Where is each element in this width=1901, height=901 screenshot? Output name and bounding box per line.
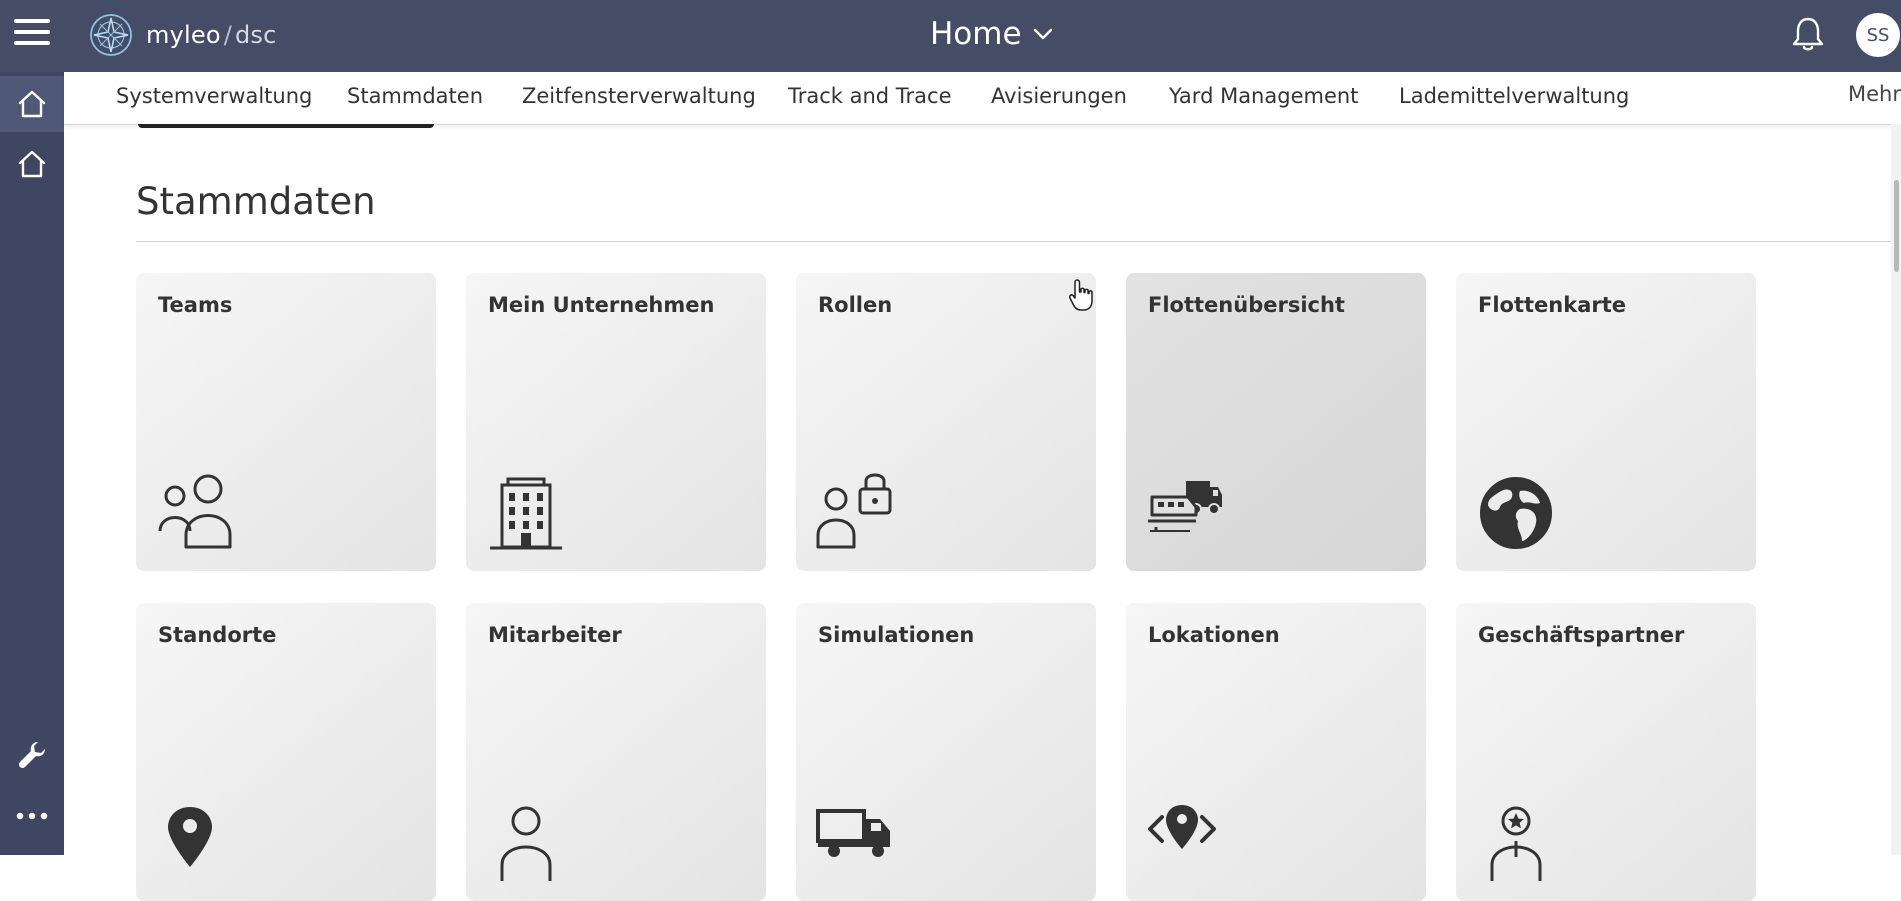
person-icon	[486, 801, 566, 881]
page-title: Home	[930, 16, 1022, 52]
section-divider	[136, 241, 1901, 242]
tile-flottenuebersicht[interactable]: Flottenübersicht	[1126, 273, 1426, 571]
app-logo[interactable]: myleo / dsc	[86, 10, 277, 60]
tile-mein-unternehmen[interactable]: Mein Unternehmen	[466, 273, 766, 571]
module-nav: Systemverwaltung Stammdaten Zeitfensterv…	[64, 72, 1901, 125]
building-icon	[486, 471, 566, 551]
scrollbar-thumb[interactable]	[1894, 180, 1899, 272]
tab-stammdaten[interactable]: Stammdaten	[347, 84, 483, 108]
teams-icon	[156, 471, 236, 551]
hamburger-icon	[14, 12, 50, 52]
hand-pointer-icon	[1069, 279, 1093, 311]
rail-tools[interactable]	[0, 727, 64, 783]
notifications-button[interactable]	[1788, 14, 1828, 54]
chevron-down-icon	[1033, 28, 1052, 40]
tile-label: Teams	[158, 293, 233, 317]
tile-teams[interactable]: Teams	[136, 273, 436, 571]
map-pin-icon	[156, 801, 236, 881]
tile-simulationen[interactable]: Simulationen	[796, 603, 1096, 901]
tile-standorte[interactable]: Standorte	[136, 603, 436, 901]
tab-systemverwaltung[interactable]: Systemverwaltung	[116, 84, 312, 108]
tile-label: Mein Unternehmen	[488, 293, 715, 317]
brand-separator: /	[223, 21, 232, 49]
truck-icon	[816, 801, 896, 881]
hamburger-menu-button[interactable]	[0, 0, 64, 64]
more-label: Mehr	[1848, 82, 1901, 106]
page-title-dropdown[interactable]: Home	[930, 12, 1054, 56]
tile-label: Flottenkarte	[1478, 293, 1627, 317]
partner-star-icon	[1476, 801, 1556, 881]
tile-rollen[interactable]: Rollen	[796, 273, 1096, 571]
tile-label: Mitarbeiter	[488, 623, 622, 647]
tile-mitarbeiter[interactable]: Mitarbeiter	[466, 603, 766, 901]
tab-yard-management[interactable]: Yard Management	[1169, 84, 1358, 108]
rail-more[interactable]	[0, 788, 64, 844]
logo-star-icon	[90, 14, 132, 56]
previous-section-edge	[138, 124, 434, 128]
brand-main: myleo	[146, 21, 221, 49]
tile-lokationen[interactable]: Lokationen	[1126, 603, 1426, 901]
user-lock-icon	[816, 471, 896, 551]
rail-home-active[interactable]	[0, 76, 64, 132]
tile-flottenkarte[interactable]: Flottenkarte	[1456, 273, 1756, 571]
tile-label: Geschäftspartner	[1478, 623, 1685, 647]
wrench-icon	[18, 741, 46, 769]
more-menu-button[interactable]: Mehr	[1848, 82, 1901, 106]
more-dots-icon	[16, 812, 48, 820]
tile-label: Lokationen	[1148, 623, 1280, 647]
brand-name: myleo / dsc	[146, 21, 277, 49]
brand-sub: dsc	[235, 21, 277, 49]
fleet-overview-icon	[1146, 471, 1226, 551]
section-title: Stammdaten	[136, 180, 376, 223]
rail-home[interactable]	[0, 136, 64, 192]
tile-geschaeftspartner[interactable]: Geschäftspartner	[1456, 603, 1756, 901]
tile-label: Simulationen	[818, 623, 975, 647]
top-bar: myleo / dsc Home SS	[0, 0, 1901, 72]
tab-avisierungen[interactable]: Avisierungen	[991, 84, 1127, 108]
home-outline-icon	[18, 150, 46, 178]
tile-label: Standorte	[158, 623, 277, 647]
tile-label: Flottenübersicht	[1148, 293, 1345, 317]
user-avatar[interactable]: SS	[1856, 13, 1900, 57]
left-rail	[0, 72, 64, 855]
tab-zeitfensterverwaltung[interactable]: Zeitfensterverwaltung	[522, 84, 756, 108]
tab-lademittelverwaltung[interactable]: Lademittelverwaltung	[1399, 84, 1629, 108]
bell-icon	[1792, 17, 1824, 51]
tile-label: Rollen	[818, 293, 893, 317]
home-icon	[18, 90, 46, 118]
globe-icon	[1476, 471, 1556, 551]
location-code-icon	[1146, 801, 1226, 881]
tab-track-and-trace[interactable]: Track and Trace	[788, 84, 952, 108]
